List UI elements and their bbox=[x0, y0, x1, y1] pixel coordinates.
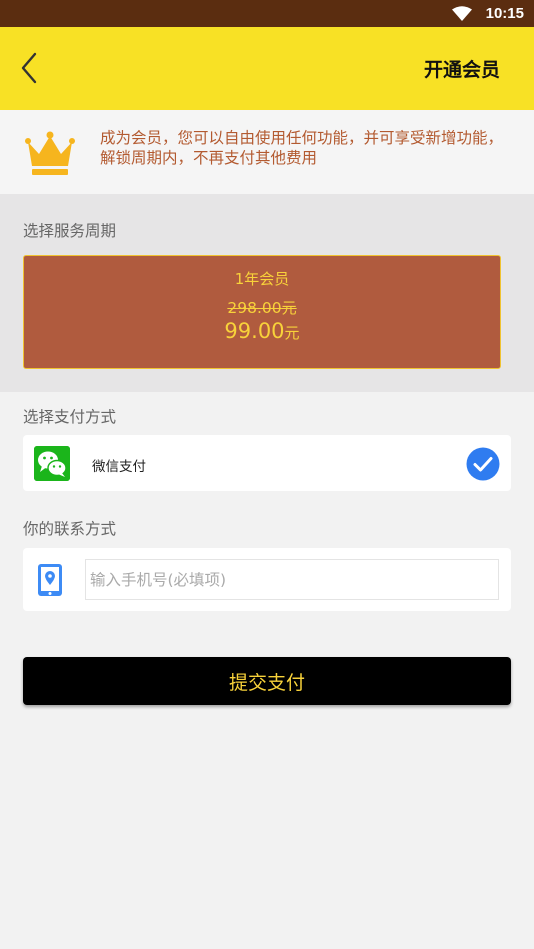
contact-card bbox=[23, 548, 511, 611]
app-bar: 开通会员 bbox=[0, 27, 534, 110]
submit-payment-button[interactable]: 提交支付 bbox=[23, 657, 511, 705]
phone-location-icon bbox=[38, 564, 62, 596]
status-bar: 10:15 bbox=[0, 0, 534, 27]
notice-text: 成为会员，您可以自由使用任何功能，并可享受新增功能，解锁周期内，不再支付其他费用 bbox=[100, 129, 504, 167]
wifi-icon bbox=[452, 6, 472, 21]
member-notice: 成为会员，您可以自由使用任何功能，并可享受新增功能，解锁周期内，不再支付其他费用 bbox=[0, 110, 534, 194]
payment-label: 选择支付方式 bbox=[23, 408, 117, 426]
plan-card-1-year[interactable]: 1年会员 298.00元 99.00元 bbox=[23, 255, 501, 369]
wechat-pay-label: 微信支付 bbox=[92, 459, 146, 475]
payment-option-wechat[interactable]: 微信支付 bbox=[23, 435, 511, 491]
period-section: 选择服务周期 1年会员 298.00元 99.00元 bbox=[0, 194, 534, 392]
wechat-icon bbox=[34, 446, 70, 481]
period-label: 选择服务周期 bbox=[23, 222, 117, 240]
check-icon[interactable] bbox=[466, 447, 500, 481]
status-time: 10:15 bbox=[485, 5, 524, 22]
contact-label: 你的联系方式 bbox=[23, 520, 117, 538]
plan-original-price: 298.00元 bbox=[227, 299, 297, 317]
page-title: 开通会员 bbox=[423, 59, 500, 81]
plan-price: 99.00元 bbox=[224, 319, 300, 343]
back-icon[interactable] bbox=[14, 50, 44, 86]
crown-icon bbox=[25, 131, 75, 175]
phone-input[interactable] bbox=[85, 559, 499, 600]
plan-name: 1年会员 bbox=[234, 270, 290, 288]
